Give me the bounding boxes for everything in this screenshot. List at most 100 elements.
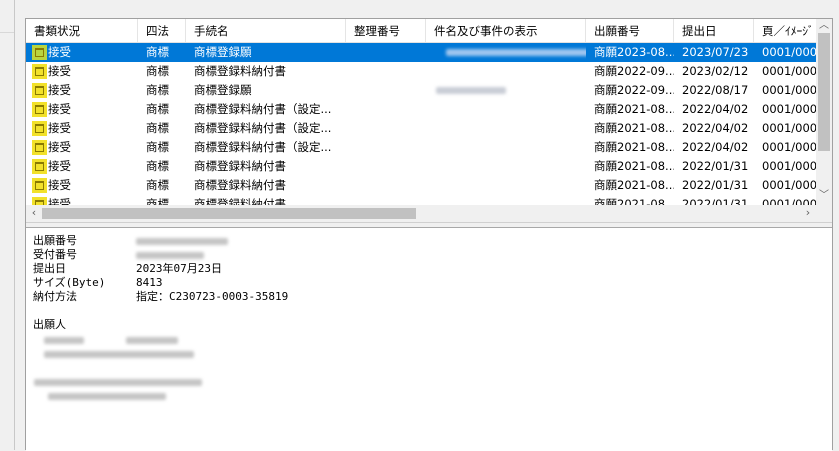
cell-application-number: 商願2021-08... (594, 121, 674, 135)
cell-page: 0001/0001 (762, 45, 816, 59)
cell-submission-date: 2022/08/17 (682, 83, 749, 97)
document-status-icon (32, 102, 47, 117)
redacted-value (136, 238, 228, 245)
cell-application-number: 商願2023-08... (594, 45, 674, 59)
scroll-up-icon[interactable]: ︿ (816, 19, 832, 33)
detail-value: 指定：C230723-0003-35819 (136, 290, 289, 303)
cell-status: 接受 (48, 45, 71, 59)
cell-application-number: 商願2022-09... (594, 83, 674, 97)
cell-case-title (426, 43, 586, 62)
cell-page: 0001/0000 (762, 178, 816, 192)
scroll-down-icon[interactable]: ﹀ (816, 189, 832, 203)
cell-application-number: 商願2022-09... (594, 64, 674, 78)
cell-application-number: 商願2021-08... (594, 140, 674, 154)
detail-applicant-heading: 出願人 (33, 318, 66, 332)
list-header: 書類状況 四法 手続名 整理番号 件名及び事件の表示 出願番号 提出日 頁／ｲﾒ… (26, 19, 816, 43)
cell-application-number: 商願2021-08... (594, 102, 674, 116)
table-row[interactable]: 接受 商標 商標登録料納付書（設定... 商願2021-08... 2022/04/02… (26, 100, 816, 119)
detail-payment-method: 納付方法 指定：C230723-0003-35819 (33, 290, 288, 304)
cell-submission-date: 2022/01/31 (682, 159, 749, 173)
redacted-value (436, 87, 506, 94)
table-row[interactable]: 接受 商標 商標登録料納付書 商願2022-09... 2023/02/12 0001/0… (26, 62, 816, 81)
detail-label: 提出日 (33, 262, 66, 275)
table-row[interactable]: 接受 商標 商標登録料納付書 商願2021-08... 2022/01/31 0001/0… (26, 157, 816, 176)
scroll-left-icon[interactable]: ‹ (26, 205, 42, 222)
redacted-value (126, 337, 178, 344)
cell-submission-date: 2023/02/12 (682, 64, 749, 78)
horizontal-scroll-thumb[interactable] (42, 208, 416, 219)
table-row[interactable]: 接受 商標 商標登録料納付書（設定... 商願2021-08... 2022/04/02… (26, 119, 816, 138)
cell-page: 0001/0001 (762, 64, 816, 78)
left-panel-edge (0, 0, 15, 450)
cell-page: 0001/0000 (762, 140, 816, 154)
detail-value: 2023年07月23日 (136, 262, 222, 275)
cell-case-title (426, 157, 586, 176)
detail-receipt-number: 受付番号 (33, 248, 204, 262)
scrollbar-corner (816, 205, 832, 222)
document-viewer: 書類状況 四法 手続名 整理番号 件名及び事件の表示 出願番号 提出日 頁／ｲﾒ… (25, 18, 833, 451)
document-status-icon (32, 83, 47, 98)
detail-submission-date: 提出日 2023年07月23日 (33, 262, 222, 276)
column-header-submission-date[interactable]: 提出日 (674, 19, 754, 42)
document-list[interactable]: 書類状況 四法 手続名 整理番号 件名及び事件の表示 出願番号 提出日 頁／ｲﾒ… (26, 19, 832, 222)
cell-law: 商標 (146, 178, 169, 192)
cell-procedure: 商標登録願 (194, 45, 252, 59)
list-rows: 接受商標商標登録願商願2023-08...2023/07/230001/0001… (26, 43, 816, 214)
document-status-icon (32, 159, 47, 174)
cell-law: 商標 (146, 121, 169, 135)
column-header-page[interactable]: 頁／ｲﾒｰｼﾞ (754, 19, 816, 42)
table-row[interactable]: 接受 商標 商標登録願 商願2023-08... 2023/07/23 0001/0001 (26, 43, 816, 62)
cell-case-title (426, 81, 586, 100)
column-header-status[interactable]: 書類状況 (26, 19, 138, 42)
cell-status: 接受 (48, 102, 71, 116)
column-header-law[interactable]: 四法 (138, 19, 186, 42)
detail-label: 出願人 (33, 318, 66, 331)
cell-procedure: 商標登録料納付書 (194, 159, 286, 173)
document-status-icon (32, 178, 47, 193)
cell-law: 商標 (146, 102, 169, 116)
detail-size: サイズ(Byte) 8413 (33, 276, 163, 290)
redacted-value (44, 337, 84, 344)
cell-page: 0001/0001 (762, 83, 816, 97)
cell-page: 0001/0000 (762, 102, 816, 116)
cell-law: 商標 (146, 45, 169, 59)
scroll-right-icon[interactable]: › (800, 205, 816, 222)
redacted-value (34, 379, 202, 386)
detail-label: 出願番号 (33, 234, 77, 247)
cell-procedure: 商標登録料納付書 (194, 64, 286, 78)
cell-case-title (426, 62, 586, 81)
cell-submission-date: 2022/01/31 (682, 178, 749, 192)
column-header-application-number[interactable]: 出願番号 (586, 19, 674, 42)
horizontal-scrollbar[interactable]: ‹ › (26, 205, 816, 222)
cell-procedure: 商標登録料納付書 (194, 178, 286, 192)
left-panel-divider (0, 32, 14, 33)
vertical-scrollbar[interactable]: ︿ ﹀ (816, 19, 832, 205)
detail-value: 8413 (136, 276, 163, 289)
cell-case-title (426, 176, 586, 195)
document-status-icon (32, 140, 47, 155)
cell-status: 接受 (48, 83, 71, 97)
cell-page: 0001/0000 (762, 121, 816, 135)
table-row[interactable]: 接受 商標 商標登録料納付書（設定... 商願2021-08... 2022/04/02… (26, 138, 816, 157)
cell-law: 商標 (146, 159, 169, 173)
detail-application-number: 出願番号 (33, 234, 228, 248)
table-row[interactable]: 接受 商標 商標登録料納付書 商願2021-08... 2022/01/31 0001/0… (26, 176, 816, 195)
vertical-scroll-thumb[interactable] (818, 33, 830, 151)
cell-status: 接受 (48, 140, 71, 154)
column-header-reference-number[interactable]: 整理番号 (346, 19, 426, 42)
cell-procedure: 商標登録願 (194, 83, 252, 97)
cell-status: 接受 (48, 121, 71, 135)
detail-label: 納付方法 (33, 290, 77, 303)
document-status-icon (32, 45, 47, 60)
cell-case-title (426, 119, 586, 138)
cell-submission-date: 2022/04/02 (682, 121, 749, 135)
cell-law: 商標 (146, 83, 169, 97)
cell-page: 0001/0000 (762, 159, 816, 173)
column-header-case-title[interactable]: 件名及び事件の表示 (426, 19, 586, 42)
cell-procedure: 商標登録料納付書（設定... (194, 121, 332, 135)
cell-case-title (426, 100, 586, 119)
redacted-value (48, 393, 166, 400)
column-header-procedure[interactable]: 手続名 (186, 19, 346, 42)
table-row[interactable]: 接受 商標 商標登録願 商願2022-09... 2022/08/17 0001/0001 (26, 81, 816, 100)
cell-application-number: 商願2021-08... (594, 178, 674, 192)
